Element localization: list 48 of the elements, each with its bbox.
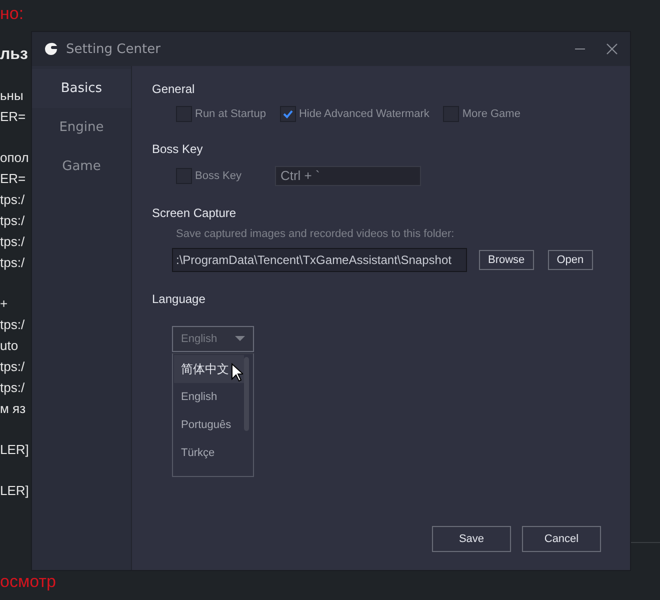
page-text: tps:/ xyxy=(0,358,25,376)
dropdown-option[interactable]: Português xyxy=(174,411,244,439)
page-text: ER= xyxy=(0,108,26,126)
page-text: + xyxy=(0,295,8,313)
dropdown-option[interactable]: English xyxy=(174,383,244,411)
sidebar-tab[interactable]: Basics xyxy=(32,69,131,108)
section-title: General xyxy=(152,82,196,96)
section-title: Language xyxy=(152,292,206,306)
page-text: ER= xyxy=(0,170,26,188)
page-text: LER] xyxy=(0,441,29,459)
hotkey-field[interactable]: Ctrl + ` xyxy=(275,166,422,186)
page-text: м яз xyxy=(0,400,26,418)
page-text: tps:/ xyxy=(0,233,25,251)
page-text: tps:/ xyxy=(0,191,25,209)
dropdown-option[interactable]: Türkçe xyxy=(174,439,244,467)
page-text: tps:/ xyxy=(0,316,25,334)
dialog-button[interactable]: Save xyxy=(432,526,511,552)
page-text: tps:/ xyxy=(0,212,25,230)
checkbox-label: More Game xyxy=(462,108,520,120)
checkbox[interactable] xyxy=(280,106,296,122)
checkbox-label: Boss Key xyxy=(195,170,242,182)
page-text: LER] xyxy=(0,482,29,500)
dropdown-option[interactable]: 简体中文 xyxy=(174,355,244,383)
checkbox-label: Run at Startup xyxy=(195,108,266,120)
logo-icon xyxy=(44,42,58,56)
checkbox-label: Hide Advanced Watermark xyxy=(298,108,430,120)
sidebar-tab[interactable]: Engine xyxy=(32,108,131,147)
page-text: опол xyxy=(0,149,29,167)
page-text: ьны xyxy=(0,87,24,105)
window-title: Setting Center xyxy=(66,42,160,56)
page-text: tps:/ xyxy=(0,379,25,397)
hint-text: Save captured images and recorded videos to this folder: xyxy=(175,228,456,240)
close-icon[interactable] xyxy=(606,43,618,55)
path-field[interactable]: :\ProgramData\Tencent\TxGameAssistant\Snapshot xyxy=(172,248,467,272)
cursor-icon xyxy=(231,363,243,382)
page-text: льз xyxy=(0,45,28,65)
folder-button[interactable]: Browse xyxy=(479,250,534,270)
page-text: tps:/ xyxy=(0,254,25,272)
caret-icon xyxy=(235,336,245,342)
section-title: Screen Capture xyxy=(152,206,238,220)
scrollbar[interactable] xyxy=(244,357,249,431)
folder-button[interactable]: Open xyxy=(548,250,593,270)
page-heading: осмотр xyxy=(0,571,56,592)
sidebar-tab[interactable]: Game xyxy=(32,147,131,186)
dialog-button[interactable]: Cancel xyxy=(522,526,601,552)
page-heading: но: xyxy=(0,3,24,24)
section-title: Boss Key xyxy=(152,142,204,156)
page-text: uto xyxy=(0,337,18,355)
